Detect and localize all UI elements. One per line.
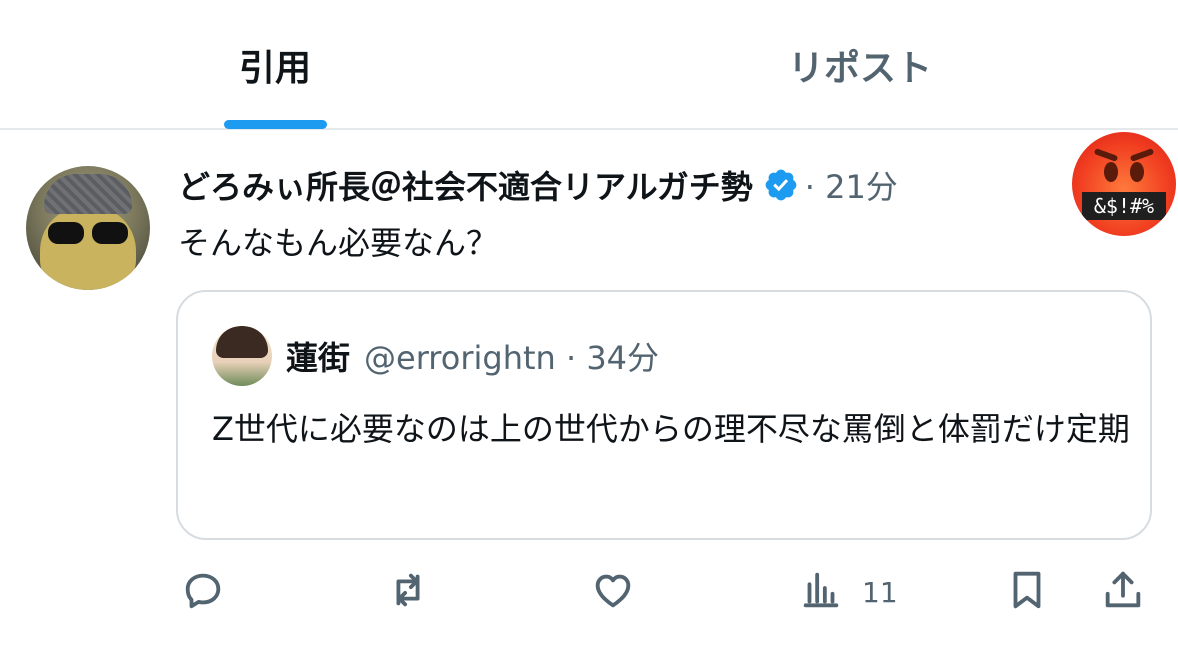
quoted-post-header: 蓮街 @errorightn · 34分 [286, 328, 659, 384]
active-tab-indicator [224, 120, 327, 129]
tab-reposts-label: リポスト [787, 48, 932, 89]
emoji-censor-bar: &$!#% [1082, 192, 1166, 220]
post-action-bar: 11 [0, 560, 1178, 624]
verified-badge-icon [763, 167, 799, 203]
author-display-name[interactable]: どろみぃ所長＠社会不適合リアルガチ勢 [178, 162, 753, 208]
reply-button[interactable] [180, 568, 226, 616]
like-button[interactable] [590, 568, 636, 616]
post-timestamp[interactable]: · 21分 [805, 162, 898, 208]
quoted-author-avatar [212, 326, 272, 386]
tab-reposts[interactable]: リポスト [760, 0, 960, 130]
views-count: 11 [862, 575, 898, 609]
share-button[interactable] [1100, 568, 1146, 616]
like-icon [590, 567, 636, 617]
reply-icon [180, 567, 226, 617]
tab-quotes-label: 引用 [238, 48, 311, 89]
post-header: どろみぃ所長＠社会不適合リアルガチ勢 · 21分 [178, 160, 898, 210]
cursing-face-emoji-icon: &$!#% [1072, 132, 1176, 236]
tab-quotes[interactable]: 引用 [175, 0, 375, 130]
author-avatar[interactable] [26, 166, 150, 290]
repost-button[interactable] [385, 568, 431, 616]
post-body-text: そんなもん必要なん？ [178, 224, 499, 262]
tab-bar: 引用 リポスト [0, 0, 1178, 130]
bookmark-icon [1004, 567, 1050, 617]
share-icon [1100, 567, 1146, 617]
quoted-post-text: Z世代に必要なのは上の世代からの理不尽な罵倒と体罰だけ定期 [212, 410, 1130, 448]
views-icon [798, 567, 844, 617]
bookmark-button[interactable] [1004, 568, 1050, 616]
quoted-author-name: 蓮街 [286, 339, 351, 377]
repost-icon [385, 567, 431, 617]
quoted-post-card[interactable]: 蓮街 @errorightn · 34分 Z世代に必要なのは上の世代からの理不尽… [176, 290, 1152, 540]
views-button[interactable]: 11 [798, 568, 898, 616]
quoted-author-handle-time: @errorightn · 34分 [364, 339, 660, 377]
